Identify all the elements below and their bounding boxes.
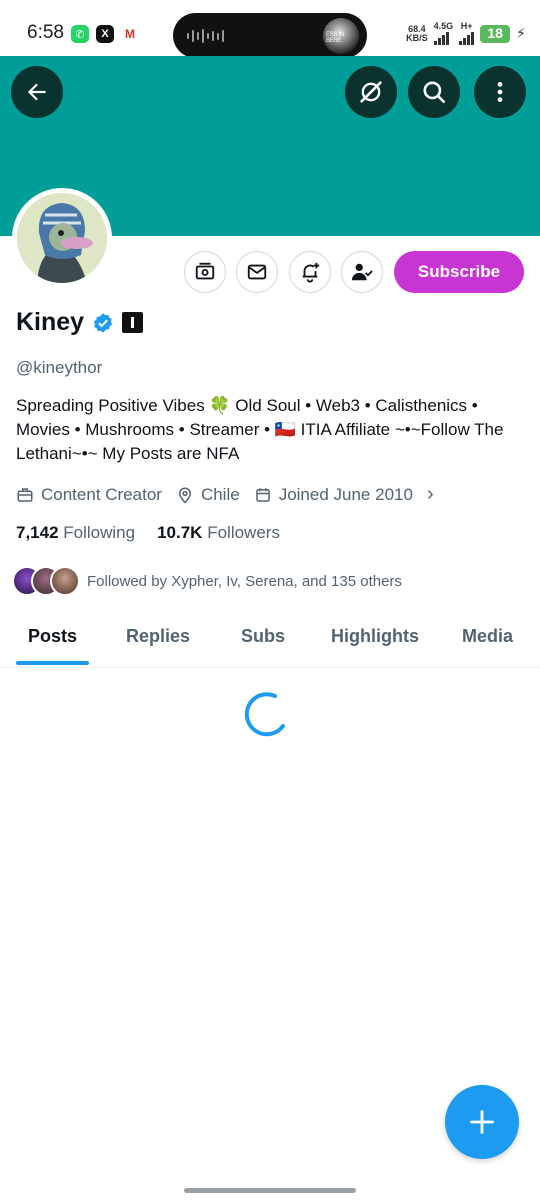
following-link[interactable]: 7,142 Following xyxy=(16,523,135,543)
chevron-right-icon[interactable]: › xyxy=(427,483,434,506)
compose-button[interactable] xyxy=(445,1085,519,1159)
joined-item: Joined June 2010 xyxy=(254,485,413,505)
mail-icon xyxy=(247,264,267,280)
person-check-icon xyxy=(351,263,373,281)
grok-icon xyxy=(360,81,382,103)
arrow-left-icon xyxy=(27,83,46,101)
money-icon xyxy=(195,262,215,280)
profession-label: Content Creator xyxy=(41,484,162,504)
status-indicators: 68.4 KB/S 4.5G H+ 18 ⚡ xyxy=(406,22,526,45)
tab-replies[interactable]: Replies xyxy=(126,626,190,647)
display-name: Kiney xyxy=(16,308,85,336)
affiliate-badge-icon[interactable] xyxy=(122,312,144,333)
audio-waveform-icon xyxy=(187,29,224,43)
search-icon xyxy=(423,81,446,104)
name-row: Kiney xyxy=(16,308,144,337)
search-button[interactable] xyxy=(408,66,460,118)
status-time: 6:58 xyxy=(27,22,64,43)
network-1: 4.5G xyxy=(433,22,454,45)
follow-counts: 7,142 Following 10.7K Followers xyxy=(16,523,280,543)
tab-media[interactable]: Media xyxy=(462,626,513,647)
status-bar: 6:58 ✆ X M ESS IN BERE 68.4 KB/S 4.5G H+… xyxy=(0,0,540,58)
whatsapp-icon: ✆ xyxy=(71,25,89,43)
loading-spinner-icon xyxy=(244,692,285,737)
profile-tabs: Posts Replies Subs Highlights Media xyxy=(0,614,540,668)
notifications-button[interactable] xyxy=(289,251,331,293)
more-button[interactable] xyxy=(474,66,526,118)
gmail-icon: M xyxy=(121,25,139,43)
location-item: Chile xyxy=(176,485,240,505)
tab-subs[interactable]: Subs xyxy=(241,626,285,647)
back-button[interactable] xyxy=(11,66,63,118)
followers-link[interactable]: 10.7K Followers xyxy=(157,523,280,543)
plus-icon xyxy=(470,1110,494,1134)
profile-meta[interactable]: Content Creator Chile Joined June 2010 › xyxy=(16,483,434,506)
tab-posts[interactable]: Posts xyxy=(28,626,77,647)
bell-plus-icon xyxy=(302,262,320,283)
followed-by-text: Followed by Xypher, Iv, Serena, and 135 … xyxy=(87,572,402,590)
profession-item: Content Creator xyxy=(16,485,162,505)
active-tab-indicator xyxy=(16,661,89,665)
home-indicator[interactable] xyxy=(184,1188,356,1193)
dynamic-island[interactable]: ESS IN BERE xyxy=(173,13,367,58)
battery-indicator: 18 xyxy=(480,24,511,43)
briefcase-icon xyxy=(17,487,33,502)
more-vertical-icon xyxy=(497,82,503,102)
subscribe-button[interactable]: Subscribe xyxy=(394,251,524,293)
network-speed: 68.4 KB/S xyxy=(406,23,428,43)
handle: @kineythor xyxy=(16,358,103,377)
media-thumbnail: ESS IN BERE xyxy=(323,18,359,54)
following-button[interactable] xyxy=(341,251,383,293)
message-button[interactable] xyxy=(236,251,278,293)
grok-button[interactable] xyxy=(345,66,397,118)
avatar[interactable] xyxy=(12,188,112,288)
x-icon: X xyxy=(96,25,114,43)
signal-icon xyxy=(459,31,475,45)
location-label: Chile xyxy=(200,484,240,504)
bio: Spreading Positive Vibes 🍀 Old Soul • We… xyxy=(16,396,504,463)
subscription-button[interactable] xyxy=(184,251,226,293)
mutual-avatar xyxy=(50,566,80,596)
mutual-followers[interactable]: Followed by Xypher, Iv, Serena, and 135 … xyxy=(12,566,402,596)
calendar-icon xyxy=(255,487,270,502)
location-pin-icon xyxy=(178,487,191,504)
network-2: H+ xyxy=(459,22,475,45)
avatar-image xyxy=(17,193,107,283)
tab-highlights[interactable]: Highlights xyxy=(331,626,419,647)
verified-badge-icon[interactable] xyxy=(92,312,114,334)
signal-icon xyxy=(433,31,454,45)
charging-icon: ⚡ xyxy=(516,25,526,41)
joined-label: Joined June 2010 xyxy=(278,484,413,504)
